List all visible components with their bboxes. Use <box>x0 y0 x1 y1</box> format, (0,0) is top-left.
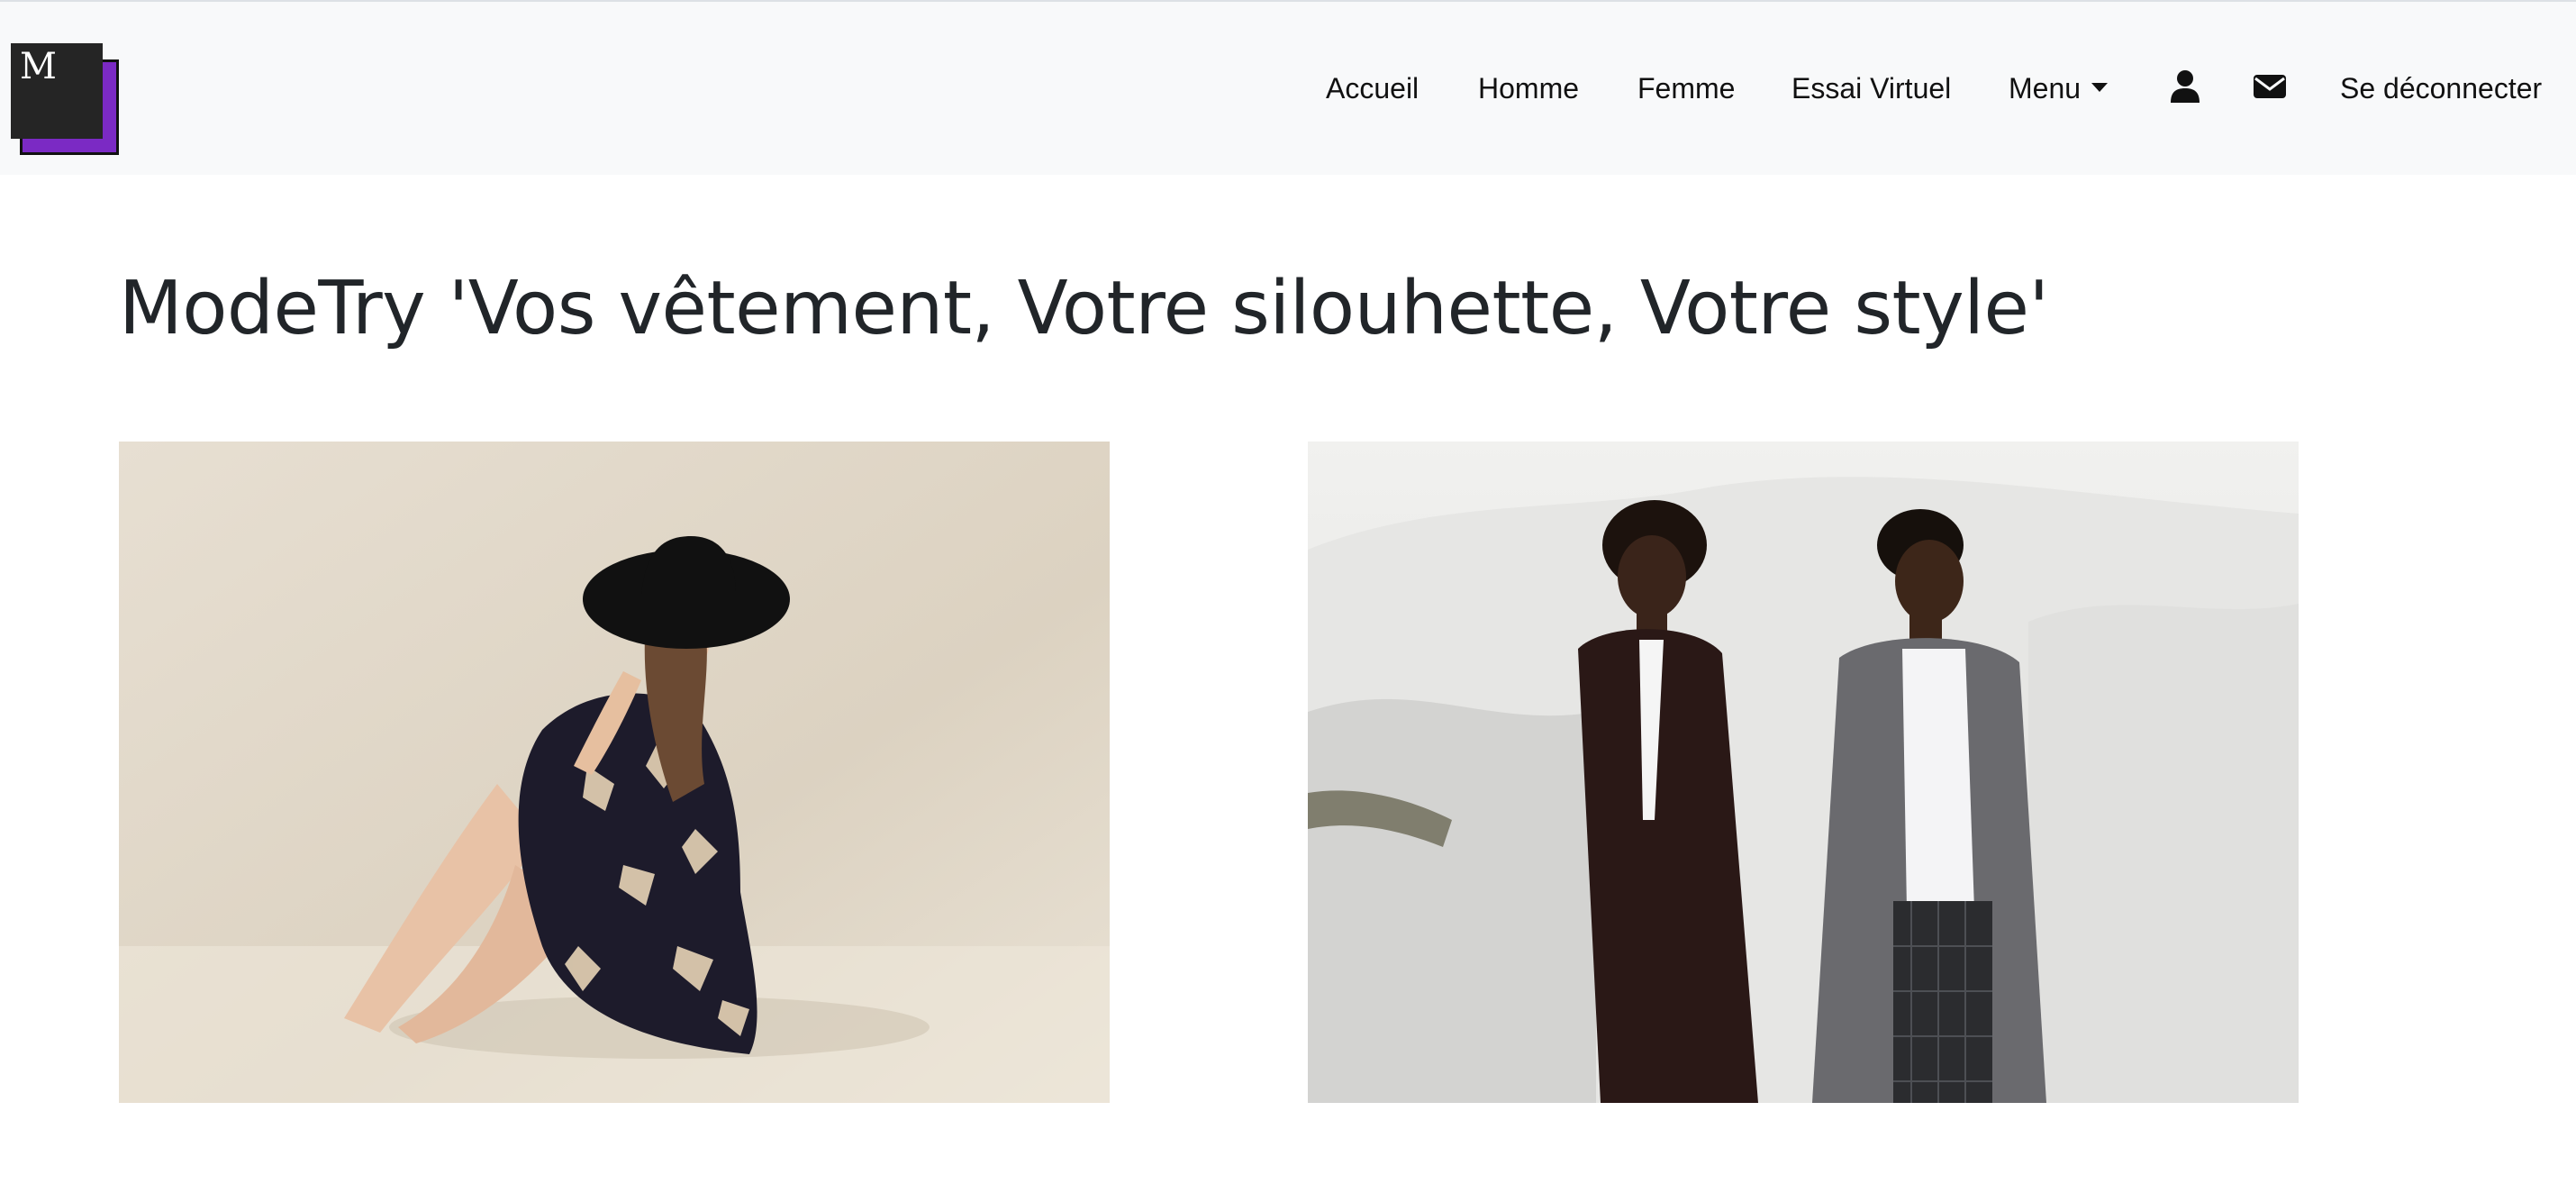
logout-link[interactable]: Se déconnecter <box>2340 65 2542 112</box>
caret-down-icon <box>2091 82 2109 92</box>
user-icon[interactable] <box>2167 68 2203 105</box>
nav-link-essai-virtuel[interactable]: Essai Virtuel <box>1791 65 1951 112</box>
women-fashion-image <box>119 442 1110 1103</box>
navbar: M Accueil Homme Femme Essai Virtuel Menu… <box>0 2 2576 175</box>
nav-link-femme[interactable]: Femme <box>1637 65 1735 112</box>
logo-front-square: M <box>11 43 103 139</box>
brand-logo[interactable]: M <box>11 43 119 155</box>
nav-link-accueil[interactable]: Accueil <box>1326 65 1419 112</box>
nav-dropdown-menu[interactable]: Menu <box>2009 65 2109 112</box>
envelope-icon[interactable] <box>2252 70 2288 106</box>
logo-letter: M <box>20 46 57 87</box>
nav-dropdown-menu-label: Menu <box>2009 72 2082 105</box>
nav-link-homme[interactable]: Homme <box>1478 65 1579 112</box>
men-fashion-image <box>1308 442 2299 1103</box>
page-title: ModeTry 'Vos vêtement, Votre silouhette,… <box>119 266 2049 351</box>
